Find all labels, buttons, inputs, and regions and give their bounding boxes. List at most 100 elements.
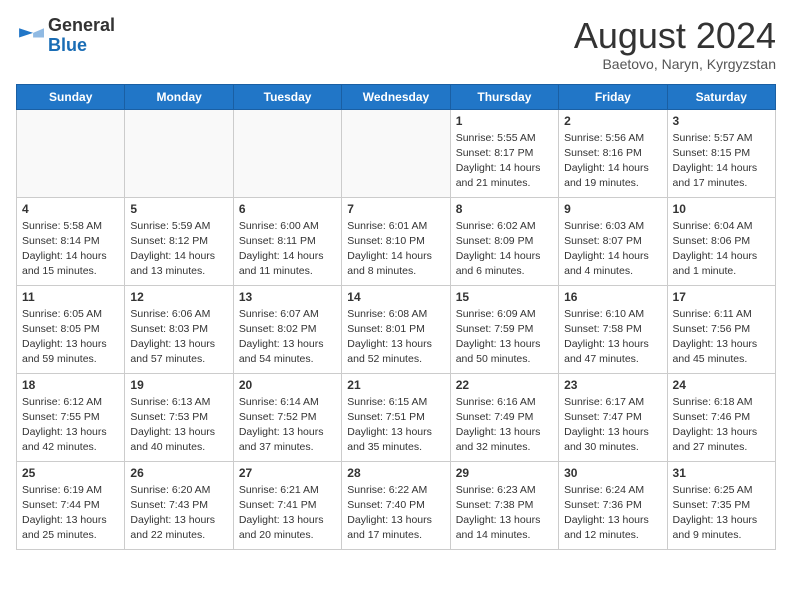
day-number: 31 <box>673 466 770 480</box>
calendar-cell <box>125 109 233 197</box>
day-info: Sunrise: 6:06 AMSunset: 8:03 PMDaylight:… <box>130 307 227 368</box>
day-number: 26 <box>130 466 227 480</box>
day-number: 4 <box>22 202 119 216</box>
day-number: 8 <box>456 202 553 216</box>
day-info: Sunrise: 6:09 AMSunset: 7:59 PMDaylight:… <box>456 307 553 368</box>
logo-icon <box>16 22 44 50</box>
day-info: Sunrise: 6:12 AMSunset: 7:55 PMDaylight:… <box>22 395 119 456</box>
day-number: 16 <box>564 290 661 304</box>
day-number: 30 <box>564 466 661 480</box>
day-info: Sunrise: 5:57 AMSunset: 8:15 PMDaylight:… <box>673 131 770 192</box>
calendar-cell <box>17 109 125 197</box>
day-info: Sunrise: 6:17 AMSunset: 7:47 PMDaylight:… <box>564 395 661 456</box>
day-info: Sunrise: 6:23 AMSunset: 7:38 PMDaylight:… <box>456 483 553 544</box>
day-number: 2 <box>564 114 661 128</box>
title-block: August 2024 Baetovo, Naryn, Kyrgyzstan <box>574 16 776 72</box>
weekday-header-monday: Monday <box>125 84 233 109</box>
week-row-1: 1 Sunrise: 5:55 AMSunset: 8:17 PMDaylight… <box>17 109 776 197</box>
calendar-cell: 22 Sunrise: 6:16 AMSunset: 7:49 PMDayligh… <box>450 373 558 461</box>
calendar-cell: 18 Sunrise: 6:12 AMSunset: 7:55 PMDayligh… <box>17 373 125 461</box>
calendar-cell: 17 Sunrise: 6:11 AMSunset: 7:56 PMDayligh… <box>667 285 775 373</box>
calendar-cell: 12 Sunrise: 6:06 AMSunset: 8:03 PMDayligh… <box>125 285 233 373</box>
day-number: 9 <box>564 202 661 216</box>
day-info: Sunrise: 6:08 AMSunset: 8:01 PMDaylight:… <box>347 307 444 368</box>
month-title: August 2024 <box>574 16 776 56</box>
day-number: 27 <box>239 466 336 480</box>
day-info: Sunrise: 5:56 AMSunset: 8:16 PMDaylight:… <box>564 131 661 192</box>
weekday-header-friday: Friday <box>559 84 667 109</box>
day-info: Sunrise: 5:55 AMSunset: 8:17 PMDaylight:… <box>456 131 553 192</box>
day-number: 7 <box>347 202 444 216</box>
weekday-header-thursday: Thursday <box>450 84 558 109</box>
calendar-cell: 31Sunrise: 6:25 AMSunset: 7:35 PMDayligh… <box>667 461 775 549</box>
day-info: Sunrise: 6:04 AMSunset: 8:06 PMDaylight:… <box>673 219 770 280</box>
day-info: Sunrise: 6:02 AMSunset: 8:09 PMDaylight:… <box>456 219 553 280</box>
day-number: 18 <box>22 378 119 392</box>
day-info: Sunrise: 6:03 AMSunset: 8:07 PMDaylight:… <box>564 219 661 280</box>
calendar-cell: 5 Sunrise: 5:59 AMSunset: 8:12 PMDaylight… <box>125 197 233 285</box>
weekday-header-wednesday: Wednesday <box>342 84 450 109</box>
day-info: Sunrise: 6:00 AMSunset: 8:11 PMDaylight:… <box>239 219 336 280</box>
calendar-cell: 13 Sunrise: 6:07 AMSunset: 8:02 PMDayligh… <box>233 285 341 373</box>
day-info: Sunrise: 6:10 AMSunset: 7:58 PMDaylight:… <box>564 307 661 368</box>
calendar-cell: 1 Sunrise: 5:55 AMSunset: 8:17 PMDaylight… <box>450 109 558 197</box>
calendar-cell <box>342 109 450 197</box>
day-info: Sunrise: 6:18 AMSunset: 7:46 PMDaylight:… <box>673 395 770 456</box>
calendar-table: SundayMondayTuesdayWednesdayThursdayFrid… <box>16 84 776 550</box>
calendar-cell: 10 Sunrise: 6:04 AMSunset: 8:06 PMDayligh… <box>667 197 775 285</box>
calendar-cell: 26Sunrise: 6:20 AMSunset: 7:43 PMDayligh… <box>125 461 233 549</box>
logo: General Blue <box>16 16 115 56</box>
calendar-cell: 29 Sunrise: 6:23 AMSunset: 7:38 PMDayligh… <box>450 461 558 549</box>
day-info: Sunrise: 6:14 AMSunset: 7:52 PMDaylight:… <box>239 395 336 456</box>
calendar-cell: 20 Sunrise: 6:14 AMSunset: 7:52 PMDayligh… <box>233 373 341 461</box>
week-row-4: 18 Sunrise: 6:12 AMSunset: 7:55 PMDayligh… <box>17 373 776 461</box>
calendar-cell: 16 Sunrise: 6:10 AMSunset: 7:58 PMDayligh… <box>559 285 667 373</box>
day-number: 19 <box>130 378 227 392</box>
calendar-cell: 8 Sunrise: 6:02 AMSunset: 8:09 PMDaylight… <box>450 197 558 285</box>
calendar-cell: 3 Sunrise: 5:57 AMSunset: 8:15 PMDaylight… <box>667 109 775 197</box>
day-info: Sunrise: 6:15 AMSunset: 7:51 PMDaylight:… <box>347 395 444 456</box>
weekday-header-saturday: Saturday <box>667 84 775 109</box>
day-info: Sunrise: 6:21 AMSunset: 7:41 PMDaylight:… <box>239 483 336 544</box>
day-number: 28 <box>347 466 444 480</box>
day-number: 3 <box>673 114 770 128</box>
week-row-2: 4 Sunrise: 5:58 AMSunset: 8:14 PMDaylight… <box>17 197 776 285</box>
day-number: 15 <box>456 290 553 304</box>
day-number: 20 <box>239 378 336 392</box>
logo-general-text: General <box>48 15 115 35</box>
page-header: General Blue August 2024 Baetovo, Naryn,… <box>16 16 776 72</box>
day-number: 5 <box>130 202 227 216</box>
day-number: 12 <box>130 290 227 304</box>
day-number: 14 <box>347 290 444 304</box>
day-info: Sunrise: 6:05 AMSunset: 8:05 PMDaylight:… <box>22 307 119 368</box>
day-number: 17 <box>673 290 770 304</box>
day-number: 23 <box>564 378 661 392</box>
calendar-cell: 30Sunrise: 6:24 AMSunset: 7:36 PMDayligh… <box>559 461 667 549</box>
calendar-cell: 21Sunrise: 6:15 AMSunset: 7:51 PMDayligh… <box>342 373 450 461</box>
calendar-cell: 9 Sunrise: 6:03 AMSunset: 8:07 PMDaylight… <box>559 197 667 285</box>
weekday-header-tuesday: Tuesday <box>233 84 341 109</box>
calendar-cell: 4 Sunrise: 5:58 AMSunset: 8:14 PMDaylight… <box>17 197 125 285</box>
day-number: 13 <box>239 290 336 304</box>
day-number: 1 <box>456 114 553 128</box>
day-number: 25 <box>22 466 119 480</box>
day-info: Sunrise: 6:07 AMSunset: 8:02 PMDaylight:… <box>239 307 336 368</box>
calendar-cell: 7 Sunrise: 6:01 AMSunset: 8:10 PMDaylight… <box>342 197 450 285</box>
day-number: 24 <box>673 378 770 392</box>
day-number: 22 <box>456 378 553 392</box>
day-info: Sunrise: 5:58 AMSunset: 8:14 PMDaylight:… <box>22 219 119 280</box>
day-info: Sunrise: 5:59 AMSunset: 8:12 PMDaylight:… <box>130 219 227 280</box>
calendar-cell: 23 Sunrise: 6:17 AMSunset: 7:47 PMDayligh… <box>559 373 667 461</box>
day-info: Sunrise: 6:11 AMSunset: 7:56 PMDaylight:… <box>673 307 770 368</box>
day-number: 10 <box>673 202 770 216</box>
calendar-cell <box>233 109 341 197</box>
calendar-cell: 15 Sunrise: 6:09 AMSunset: 7:59 PMDayligh… <box>450 285 558 373</box>
calendar-cell: 6Sunrise: 6:00 AMSunset: 8:11 PMDaylight… <box>233 197 341 285</box>
calendar-cell: 2 Sunrise: 5:56 AMSunset: 8:16 PMDaylight… <box>559 109 667 197</box>
day-number: 11 <box>22 290 119 304</box>
day-info: Sunrise: 6:01 AMSunset: 8:10 PMDaylight:… <box>347 219 444 280</box>
calendar-cell: 14 Sunrise: 6:08 AMSunset: 8:01 PMDayligh… <box>342 285 450 373</box>
calendar-cell: 25Sunrise: 6:19 AMSunset: 7:44 PMDayligh… <box>17 461 125 549</box>
day-number: 29 <box>456 466 553 480</box>
day-info: Sunrise: 6:16 AMSunset: 7:49 PMDaylight:… <box>456 395 553 456</box>
